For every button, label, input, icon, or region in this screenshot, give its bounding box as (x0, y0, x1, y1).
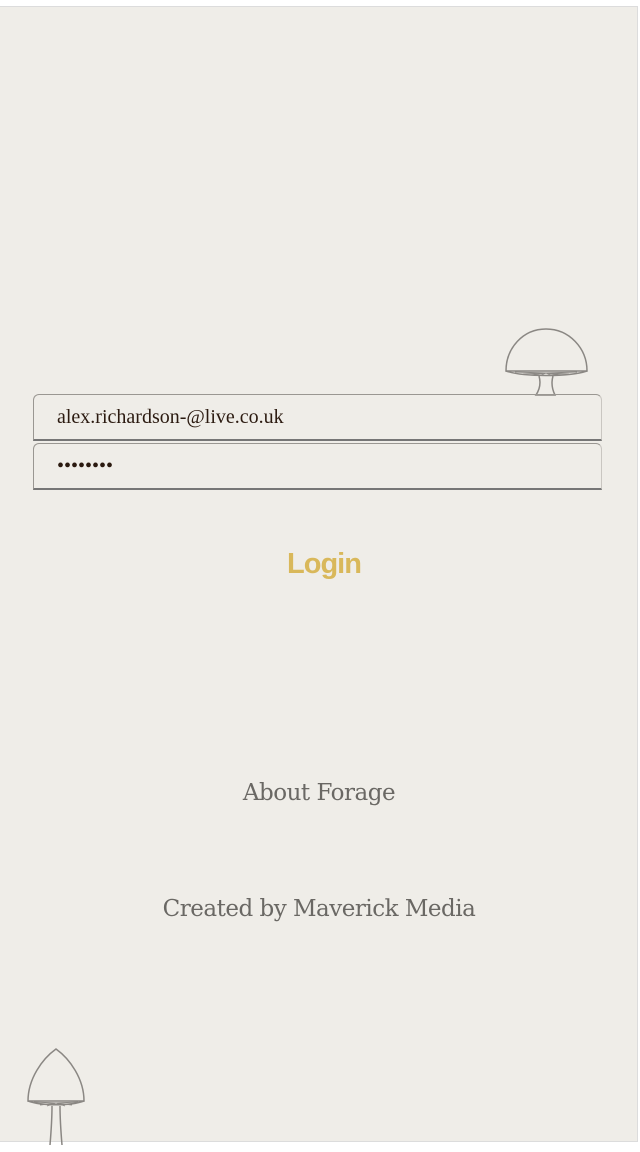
password-field[interactable] (33, 443, 602, 490)
login-button[interactable]: Login (220, 541, 428, 587)
mushroom-icon (27, 1048, 85, 1145)
login-screen: Login About Forage Created by Maverick M… (0, 6, 638, 1145)
about-forage-link[interactable]: About Forage (0, 780, 638, 806)
mushroom-icon (505, 328, 588, 396)
email-field[interactable] (33, 394, 602, 441)
credit-text: Created by Maverick Media (162, 896, 476, 922)
